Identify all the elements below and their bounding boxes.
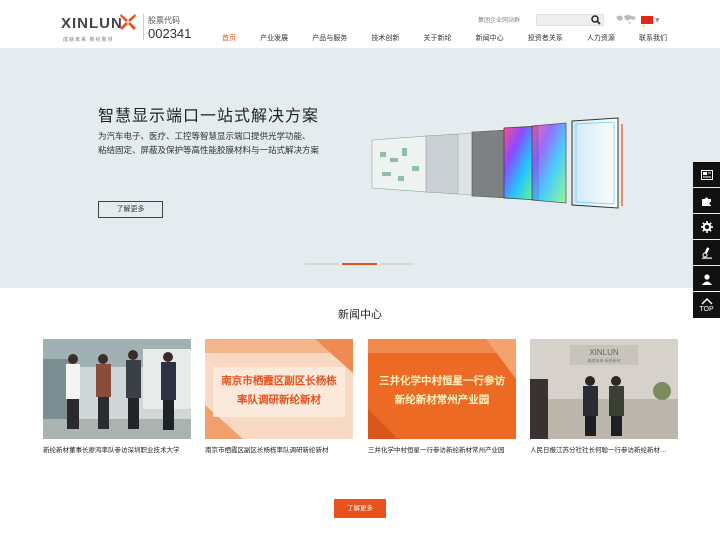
news-card-3-headline-line-1: 三井化学中村恒星一行参访: [379, 375, 505, 387]
display-layers-illustration: [371, 117, 623, 209]
group-sites-dropdown[interactable]: 集团企业网站群: [478, 15, 520, 27]
gear-icon: [700, 220, 713, 233]
sidebar-solutions-button[interactable]: [693, 188, 720, 213]
logo-wordmark: XINLUN: [61, 15, 123, 32]
sidebar-lab-button[interactable]: [693, 240, 720, 265]
nav-item-investors[interactable]: 投资者关系: [528, 33, 563, 45]
news-card-3[interactable]: 三井化学中村恒星一行参访 新纶新材常州产业园: [368, 339, 516, 439]
carousel-pagination: [305, 263, 415, 266]
nav-item-careers[interactable]: 人力资源: [587, 33, 615, 45]
news-card-1[interactable]: [43, 339, 191, 439]
logo-x-mark-icon: [120, 14, 136, 30]
sidebar-news-button[interactable]: [693, 162, 720, 187]
news-caption-4[interactable]: 人民日报江苏分社社长何聪一行参访新纶新材…: [530, 444, 678, 454]
chevron-up-icon: [701, 297, 712, 304]
svg-text:成就未来 新纶新材: 成就未来 新纶新材: [587, 357, 620, 363]
news-more-button[interactable]: 了解更多: [334, 499, 386, 518]
language-caret-icon[interactable]: ▼: [655, 17, 660, 24]
sidebar-settings-button[interactable]: [693, 214, 720, 239]
sidebar-careers-button[interactable]: [693, 266, 720, 291]
world-map-icon[interactable]: [614, 14, 638, 25]
news-card-2-headline-line-1: 南京市栖霞区副区长杨栋: [221, 375, 337, 387]
newspaper-icon: [700, 169, 713, 180]
news-card-2-headline-line-2: 率队调研新纶新材: [237, 394, 321, 406]
banner-learn-more-button[interactable]: 了解更多: [98, 201, 163, 218]
news-section-title: 新闻中心: [338, 308, 382, 321]
microscope-icon: [701, 246, 712, 259]
stock-code-label: 股票代码: [148, 16, 180, 25]
svg-text:XINLUN: XINLUN: [589, 348, 619, 357]
news-card-2[interactable]: 南京市栖霞区副区长杨栋 率队调研新纶新材: [205, 339, 353, 439]
floating-sidebar: TOP: [693, 162, 720, 318]
china-flag-icon[interactable]: [641, 16, 653, 28]
stock-code-value: 002341: [148, 26, 192, 41]
news-card-4[interactable]: XINLUN 成就未来 新纶新材: [530, 339, 678, 439]
nav-item-home[interactable]: 首页: [222, 33, 236, 45]
nav-item-about[interactable]: 关于新纶: [424, 33, 452, 45]
main-nav: 首页 产业发展 产品与服务 技术创新 关于新纶 新闻中心 投资者关系 人力资源 …: [222, 33, 667, 45]
banner-desc-line-1: 为汽车电子、医疗、工控等智慧显示端口提供光学功能、: [98, 132, 311, 142]
people-icon: [701, 273, 712, 285]
header-divider: [143, 14, 144, 40]
news-photo-visit-university: [43, 339, 191, 439]
search-icon[interactable]: [591, 15, 601, 25]
news-card-3-headline-line-2: 新纶新材常州产业园: [394, 394, 490, 406]
news-caption-1[interactable]: 新纶新材董事长廖鸿率队参访深圳职业技术大学: [43, 444, 191, 454]
nav-item-news[interactable]: 新闻中心: [476, 33, 504, 45]
hero-banner: 智慧显示端口一站式解决方案 为汽车电子、医疗、工控等智慧显示端口提供光学功能、 …: [0, 48, 720, 288]
banner-desc-line-2: 粘结固定、屏蔽及保护等高性能胶膜材料与一站式解决方案: [98, 146, 320, 156]
news-caption-3[interactable]: 三井化学中村恒星一行参访新纶新材常州产业园: [368, 444, 516, 454]
nav-item-technology[interactable]: 技术创新: [371, 33, 399, 45]
nav-item-industry[interactable]: 产业发展: [260, 33, 288, 45]
logo-slogan: 成就未来 新纶新材: [63, 37, 114, 43]
nav-item-contact[interactable]: 联系我们: [639, 33, 667, 45]
puzzle-icon: [701, 197, 711, 206]
carousel-dot-2[interactable]: [342, 263, 377, 265]
carousel-dot-3[interactable]: [380, 263, 414, 265]
banner-title: 智慧显示端口一站式解决方案: [98, 106, 320, 125]
news-photo-lobby-visit: XINLUN 成就未来 新纶新材: [530, 339, 678, 439]
site-header: XINLUN 成就未来 新纶新材 股票代码 002341 集团企业网站群 ▼ 首…: [0, 0, 720, 48]
news-caption-2[interactable]: 南京市栖霞区副区长杨栋率队调研新纶新材: [205, 444, 353, 454]
carousel-dot-1[interactable]: [305, 263, 339, 265]
banner-description: 为汽车电子、医疗、工控等智慧显示端口提供光学功能、 粘结固定、屏蔽及保护等高性能…: [98, 130, 358, 158]
nav-item-products[interactable]: 产品与服务: [312, 33, 347, 45]
